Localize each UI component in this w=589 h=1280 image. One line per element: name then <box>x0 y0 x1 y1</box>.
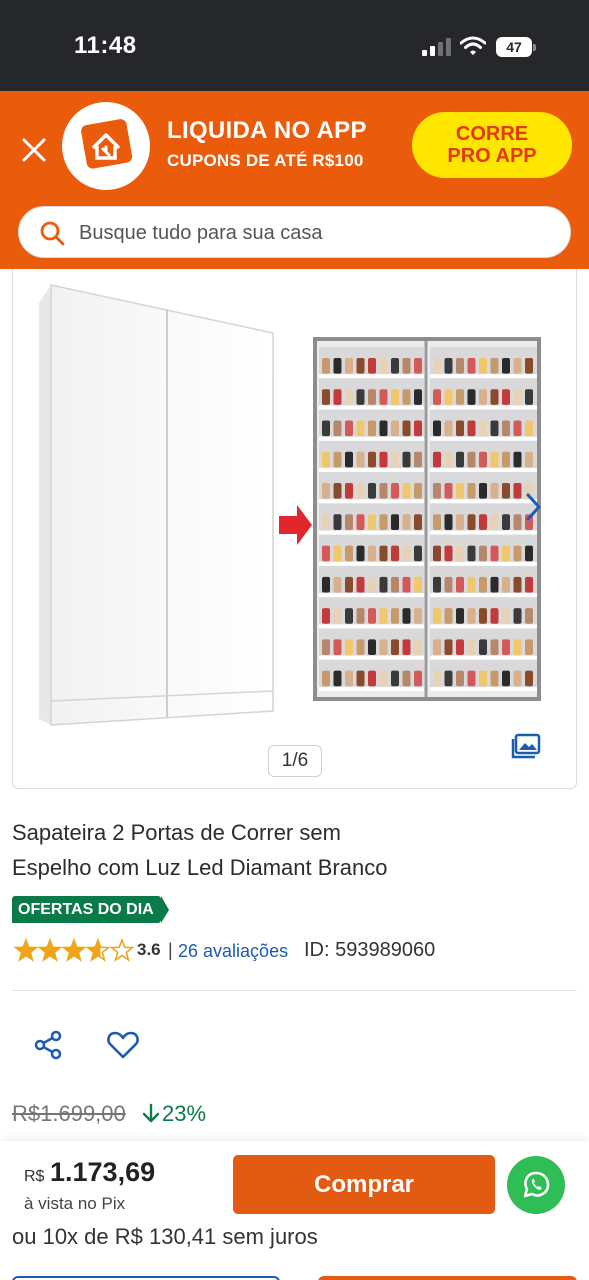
gallery-page-indicator: 1/6 <box>268 745 322 777</box>
app-promo-banner: LIQUIDA NO APP CUPONS DE ATÉ R$100 CORRE… <box>0 91 589 269</box>
rating-value: 3.6 <box>137 940 161 959</box>
buy-button[interactable]: Comprar <box>233 1155 495 1214</box>
search-input[interactable]: Busque tudo para sua casa <box>18 206 571 258</box>
product-id: ID: 593989060 <box>304 939 436 961</box>
old-price: R$1.699,00 <box>12 1101 126 1126</box>
open-app-button[interactable]: CORRE PRO APP <box>412 112 572 178</box>
discount: 23% <box>142 1101 206 1127</box>
cellular-signal-icon <box>422 38 452 56</box>
product-image <box>39 284 541 726</box>
battery-level: 47 <box>496 37 532 57</box>
divider <box>12 990 577 991</box>
price-currency: R$ <box>24 1168 45 1185</box>
heart-icon[interactable] <box>106 1030 140 1060</box>
promo-subtitle: CUPONS DE ATÉ R$100 <box>167 151 364 170</box>
whatsapp-icon <box>523 1171 550 1198</box>
price-note: à vista no Pix <box>24 1194 126 1213</box>
rating-row: 3.6 | 26 avaliações ID: 593989060 <box>14 937 574 965</box>
battery-icon: 47 <box>496 37 536 57</box>
promo-title: LIQUIDA NO APP <box>167 117 367 144</box>
star-rating-icon <box>14 938 134 962</box>
star-fill <box>39 940 61 960</box>
close-icon[interactable] <box>18 134 50 166</box>
offer-badge: OFERTAS DO DIA <box>12 896 169 923</box>
rating-separator: | <box>168 940 173 960</box>
wifi-icon <box>460 36 486 55</box>
primary-button-peek[interactable] <box>318 1276 577 1280</box>
reviews-link[interactable]: 26 avaliações <box>178 941 288 962</box>
status-bar: 11:48 47 <box>0 0 589 91</box>
secondary-button-peek[interactable] <box>12 1276 280 1280</box>
star-outline <box>109 938 134 962</box>
cta-line-2: PRO APP <box>447 145 537 167</box>
share-icon[interactable] <box>33 1030 63 1060</box>
gallery-icon[interactable] <box>511 733 541 759</box>
product-title: Sapateira 2 Portas de Correr sem Espelho… <box>12 815 482 885</box>
status-time: 11:48 <box>74 32 137 59</box>
discount-value: 23% <box>162 1101 207 1126</box>
star-fill <box>63 940 85 960</box>
product-gallery[interactable]: 1/6 <box>12 269 577 789</box>
whatsapp-button[interactable] <box>507 1156 565 1214</box>
search-icon <box>40 221 65 246</box>
installments-text: ou 10x de R$ 130,41 sem juros <box>12 1224 318 1249</box>
purchase-bar: R$ 1.173,69 à vista no Pix Comprar <box>0 1141 589 1226</box>
app-logo <box>62 102 150 190</box>
home-cart-logo-icon <box>81 119 133 169</box>
search-placeholder: Busque tudo para sua casa <box>79 222 323 244</box>
chevron-right-icon[interactable] <box>518 489 548 525</box>
arrow-down-icon <box>142 1103 160 1123</box>
cta-line-1: CORRE <box>455 123 529 145</box>
price-value: 1.173,69 <box>50 1157 156 1187</box>
product-title-line-2: Espelho com Luz Led Diamant Branco <box>12 855 388 880</box>
product-title-line-1: Sapateira 2 Portas de Correr sem <box>12 820 341 845</box>
star-fill <box>15 940 37 960</box>
